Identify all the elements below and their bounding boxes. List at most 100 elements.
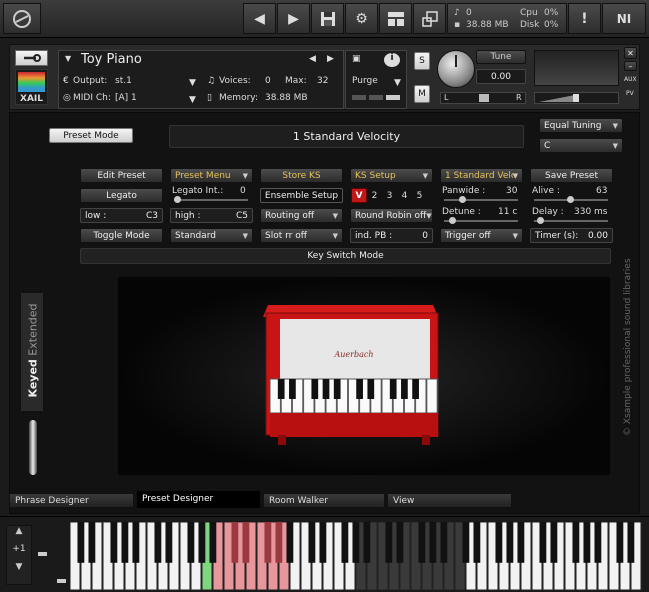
black-key[interactable] (286, 522, 294, 563)
slider-handle[interactable] (449, 217, 456, 224)
tune-knob[interactable] (437, 50, 475, 88)
black-key[interactable] (209, 522, 217, 563)
output-dropdown-icon[interactable]: ▼ (189, 78, 196, 88)
octave-down-icon[interactable]: ▼ (7, 562, 31, 572)
velocity-layer-3-button[interactable]: 3 (383, 188, 396, 203)
black-key[interactable] (440, 522, 448, 563)
slider-handle[interactable] (459, 196, 466, 203)
toggle-mode-button[interactable]: Toggle Mode (80, 228, 163, 243)
high-key-field[interactable]: high : C5 (170, 208, 253, 223)
solo-button[interactable]: S (414, 52, 430, 70)
black-key[interactable] (319, 522, 327, 563)
edit-preset-button[interactable]: Edit Preset (80, 168, 163, 183)
info-icon[interactable]: i (384, 53, 400, 67)
black-key[interactable] (198, 522, 206, 563)
black-key[interactable] (572, 522, 580, 563)
black-key[interactable] (341, 522, 349, 563)
velocity-layer-5-button[interactable]: 5 (413, 188, 426, 203)
piano-keyboard[interactable] (70, 522, 642, 592)
individual-pitchbend-field[interactable]: ind. PB : 0 (350, 228, 433, 243)
save-preset-button[interactable]: Save Preset (530, 168, 613, 183)
black-key[interactable] (594, 522, 602, 563)
black-key[interactable] (363, 522, 371, 563)
tab-view[interactable]: View (387, 493, 512, 508)
routing-menu[interactable]: Routing off ▼ (260, 208, 343, 223)
black-key[interactable] (550, 522, 558, 563)
slot-rr-menu[interactable]: Slot rr off ▼ (260, 228, 343, 243)
collapse-arrow-icon[interactable]: ▼ (65, 54, 71, 63)
prev-instrument-icon[interactable]: ◀ (309, 54, 316, 64)
velocity-layer-4-button[interactable]: 4 (398, 188, 411, 203)
black-key[interactable] (275, 522, 283, 563)
purge-menu[interactable]: Purge (352, 76, 378, 86)
black-key[interactable] (539, 522, 547, 563)
slider-handle[interactable] (174, 196, 181, 203)
next-arrow-icon[interactable]: ▶ (277, 3, 310, 34)
black-key[interactable] (231, 522, 239, 563)
low-key-field[interactable]: low : C3 (80, 208, 163, 223)
alive-slider[interactable] (534, 196, 608, 203)
aux-label[interactable]: AUX (624, 76, 637, 83)
minimize-icon[interactable]: – (624, 61, 637, 71)
tuning-root-menu[interactable]: C ▼ (539, 138, 623, 153)
black-key[interactable] (187, 522, 195, 563)
layout-view-icon[interactable] (379, 3, 412, 34)
tab-preset-designer[interactable]: Preset Designer (136, 490, 261, 508)
black-key[interactable] (583, 522, 591, 563)
store-ks-button[interactable]: Store KS (260, 168, 343, 183)
black-key[interactable] (88, 522, 96, 563)
mute-button[interactable]: M (414, 85, 430, 103)
output-value[interactable]: st.1 (115, 76, 132, 86)
next-instrument-icon[interactable]: ▶ (327, 54, 334, 64)
panwide-slider[interactable] (444, 196, 518, 203)
black-key[interactable] (517, 522, 525, 563)
black-key[interactable] (308, 522, 316, 563)
black-key[interactable] (165, 522, 173, 563)
legato-intensity-slider[interactable] (174, 196, 248, 203)
settings-gear-icon[interactable]: ⚙ (345, 3, 378, 34)
close-icon[interactable]: ✕ (624, 47, 637, 59)
black-key[interactable] (110, 522, 118, 563)
black-key[interactable] (352, 522, 360, 563)
purge-dropdown-icon[interactable]: ▼ (394, 78, 401, 88)
slider-handle[interactable] (567, 196, 574, 203)
previous-arrow-icon[interactable]: ◀ (243, 3, 276, 34)
legato-button[interactable]: Legato (80, 188, 163, 203)
side-scroll-handle[interactable] (29, 420, 37, 475)
standard-mode-menu[interactable]: Standard ▼ (170, 228, 253, 243)
volume-slider-handle[interactable] (573, 94, 579, 102)
slider-handle[interactable] (537, 217, 544, 224)
mod-wheel-indicator[interactable] (57, 579, 66, 583)
window-resize-icon[interactable] (413, 3, 446, 34)
volume-slider[interactable] (534, 92, 619, 104)
black-key[interactable] (77, 522, 85, 563)
detune-slider[interactable] (444, 217, 518, 224)
ks-setup-menu[interactable]: KS Setup ▼ (350, 168, 433, 183)
ensemble-setup-button[interactable]: Ensemble Setup (260, 188, 343, 203)
midi-dropdown-icon[interactable]: ▼ (189, 95, 196, 105)
preset-mode-button[interactable]: Preset Mode (49, 128, 133, 143)
black-key[interactable] (121, 522, 129, 563)
pan-slider-handle[interactable] (479, 94, 489, 102)
velocity-mode-menu[interactable]: 1 Standard Velocity▼ (440, 168, 523, 183)
black-key[interactable] (616, 522, 624, 563)
midi-channel-value[interactable]: [A] 1 (115, 93, 137, 103)
black-key[interactable] (462, 522, 470, 563)
max-voices-value[interactable]: 32 (317, 76, 328, 86)
black-key[interactable] (495, 522, 503, 563)
tune-value[interactable]: 0.00 (476, 69, 526, 84)
black-key[interactable] (264, 522, 272, 563)
preset-menu[interactable]: Preset Menu ▼ (170, 168, 253, 183)
black-key[interactable] (396, 522, 404, 563)
pv-label[interactable]: PV (626, 90, 634, 97)
timer-field[interactable]: Timer (s): 0.00 (530, 228, 613, 243)
trigger-menu[interactable]: Trigger off ▼ (440, 228, 523, 243)
wrench-icon[interactable] (15, 50, 48, 66)
camera-icon[interactable]: ▣ (352, 54, 361, 64)
tab-phrase-designer[interactable]: Phrase Designer (9, 493, 134, 508)
black-key[interactable] (385, 522, 393, 563)
black-key[interactable] (418, 522, 426, 563)
warning-icon[interactable]: ! (568, 3, 601, 34)
delay-slider[interactable] (534, 217, 608, 224)
tab-room-walker[interactable]: Room Walker (263, 493, 385, 508)
